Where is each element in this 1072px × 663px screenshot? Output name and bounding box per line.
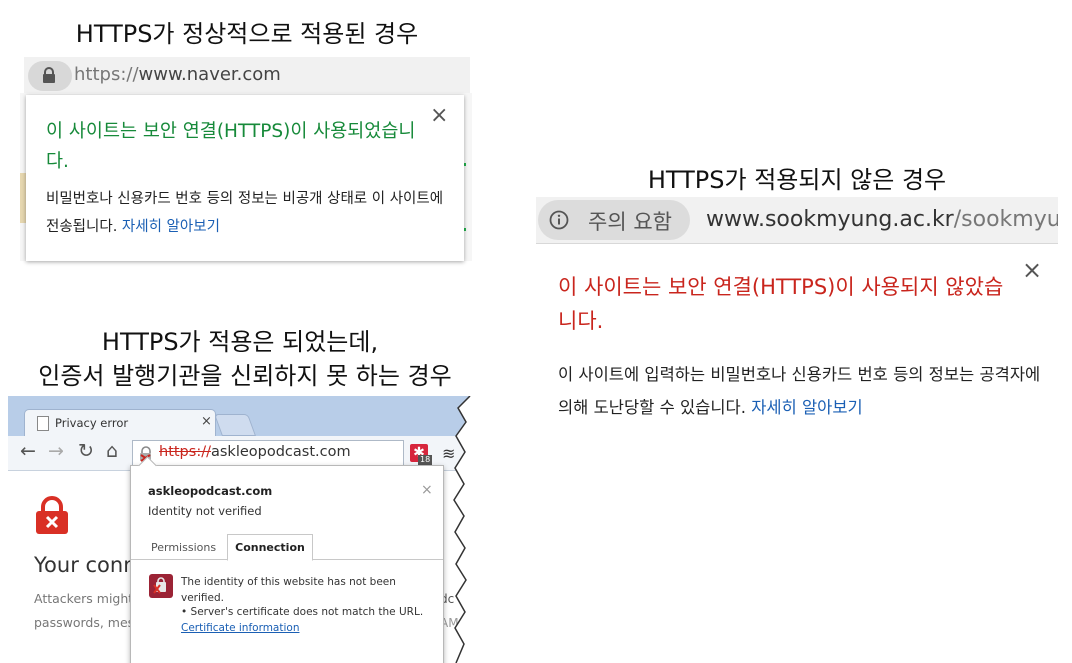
- popup-description-text: 비밀번호나 신용카드 번호 등의 정보는 비공개 상태로 이 사이트에 전송됩니…: [46, 191, 444, 235]
- tab-title: Privacy error: [55, 416, 129, 430]
- page-icon: [37, 416, 49, 431]
- warning-detail: • Server's certificate does not match th…: [181, 606, 424, 618]
- omnibox[interactable]: https://askleopodcast.com ★: [132, 440, 404, 467]
- forward-icon[interactable]: →: [48, 440, 64, 462]
- extension-badge: 18: [418, 455, 433, 465]
- browser-window: Privacy error × ← → ↻ ⌂ https://askleopo…: [8, 396, 470, 663]
- warning-lock-icon: [149, 574, 173, 598]
- url-text[interactable]: www.sookmyung.ac.kr/sookmyung: [706, 207, 1058, 232]
- heading-https-missing: HTTPS가 적용되지 않은 경우: [647, 166, 947, 194]
- tab-close-icon[interactable]: ×: [201, 414, 212, 429]
- learn-more-link[interactable]: 자세히 알아보기: [751, 398, 863, 417]
- url-scheme: https://: [159, 444, 211, 460]
- home-icon[interactable]: ⌂: [106, 440, 118, 462]
- url-host: askleopodcast.com: [210, 444, 351, 460]
- error-text: passwords, mes: [34, 615, 135, 630]
- url-host: www.naver.com: [138, 64, 281, 85]
- browser-tab[interactable]: Privacy error ×: [24, 409, 216, 438]
- extension-icon[interactable]: ✱ 18: [410, 444, 433, 465]
- info-icon: [549, 210, 569, 230]
- popup-site-name: askleopodcast.com: [148, 484, 273, 498]
- reload-icon[interactable]: ↻: [78, 440, 94, 462]
- url-path: /sookmyung: [953, 207, 1058, 232]
- popup-description: 비밀번호나 신용카드 번호 등의 정보는 비공개 상태로 이 사이트에 전송됩니…: [46, 185, 451, 241]
- error-lock-icon: [34, 496, 70, 534]
- torn-edge: [453, 396, 472, 663]
- learn-more-link[interactable]: 자세히 알아보기: [122, 219, 220, 235]
- error-title: Your conn: [34, 553, 137, 577]
- connection-info-popup: askleopodcast.com Identity not verified …: [130, 456, 444, 663]
- popup-title: 이 사이트는 보안 연결(HTTPS)이 사용되지 않았습니다.: [558, 275, 1004, 333]
- close-icon[interactable]: ×: [421, 482, 433, 498]
- warning-text: The identity of this website has not bee…: [181, 576, 396, 604]
- tab-connection[interactable]: Connection: [227, 534, 313, 561]
- security-popup: 이 사이트는 보안 연결(HTTPS)이 사용되었습니다. × 비밀번호나 신용…: [26, 95, 464, 261]
- error-text: Attackers might: [34, 591, 134, 606]
- popup-description: 이 사이트에 입력하는 비밀번호나 신용카드 번호 등의 정보는 공격자에 의해…: [558, 358, 1048, 424]
- heading-https-secure: HTTPS가 정상적으로 적용된 경우: [75, 20, 419, 48]
- not-secure-label: 주의 요함: [588, 210, 672, 234]
- back-icon[interactable]: ←: [20, 440, 36, 462]
- popup-title: 이 사이트는 보안 연결(HTTPS)이 사용되었습니다.: [46, 121, 416, 172]
- certificate-info-link[interactable]: Certificate information: [181, 622, 299, 634]
- heading-untrusted-line2: 인증서 발행기관을 신뢰하지 못 하는 경우: [38, 362, 452, 390]
- close-icon[interactable]: ×: [430, 103, 448, 128]
- close-icon[interactable]: ×: [1022, 256, 1042, 284]
- url-host: www.sookmyung.ac.kr: [706, 207, 954, 232]
- url-scheme: https://: [74, 64, 139, 85]
- url-text: https://askleopodcast.com: [159, 444, 351, 460]
- tab-permissions[interactable]: Permissions: [151, 541, 216, 554]
- url-text[interactable]: https://www.naver.com: [74, 64, 281, 85]
- lock-icon: [42, 67, 56, 87]
- identity-status: Identity not verified: [148, 504, 262, 518]
- heading-untrusted-line1: HTTPS가 적용은 되었는데,: [101, 328, 379, 356]
